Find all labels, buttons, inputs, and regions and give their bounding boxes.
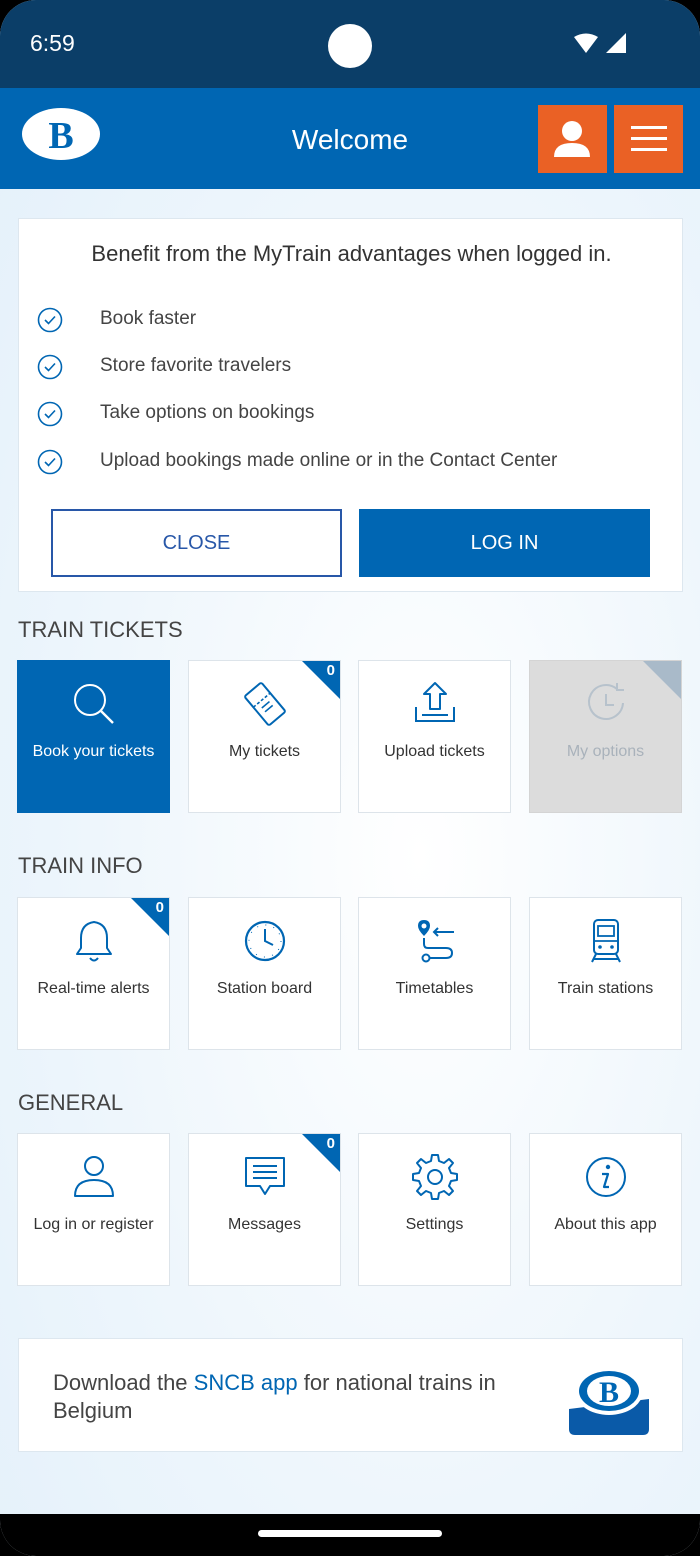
status-time: 6:59 [30, 30, 75, 56]
system-nav-bar [0, 1514, 700, 1556]
check-circle-icon [37, 401, 63, 427]
home-gesture-handle[interactable] [258, 1530, 442, 1537]
tile-my-options[interactable]: My options [529, 660, 682, 813]
tile-label: Station board [216, 980, 313, 997]
tile-label: My options [566, 743, 645, 760]
message-icon [245, 1157, 285, 1195]
sncb-app-logo-icon: B [569, 1367, 649, 1435]
clock-icon [588, 683, 624, 720]
tile-log-in-or-register[interactable]: Log in or register [17, 1133, 170, 1286]
tile-label: Train stations [557, 980, 654, 997]
section-title-general: GENERAL [18, 1090, 124, 1115]
message-count-badge: 0 [326, 1135, 335, 1152]
section-title-train-tickets: TRAIN TICKETS [18, 617, 183, 642]
benefit-item: Upload bookings made online or in the Co… [37, 447, 657, 475]
tile-my-tickets[interactable]: My tickets 0 [188, 660, 341, 813]
download-sncb-card[interactable]: Download the SNCB app for national train… [18, 1338, 683, 1452]
user-icon [74, 1156, 114, 1197]
tile-label: Settings [405, 1216, 464, 1233]
train-icon [591, 919, 621, 963]
app-bar: B Welcome [0, 88, 700, 189]
tile-train-stations[interactable]: Train stations [529, 897, 682, 1050]
benefit-item: Store favorite travelers [37, 352, 657, 380]
profile-button[interactable] [538, 105, 607, 173]
check-circle-icon [37, 307, 63, 333]
menu-button[interactable] [614, 105, 683, 173]
tile-book-your-tickets[interactable]: Book your tickets [17, 660, 170, 813]
benefit-label: Take options on bookings [100, 402, 315, 423]
status-bar: 6:59 [0, 0, 700, 88]
hamburger-icon [631, 126, 667, 151]
log-in-button[interactable]: LOG IN [359, 509, 650, 577]
signal-icons [574, 33, 626, 53]
user-icon [554, 121, 590, 157]
alert-count-badge: 0 [155, 899, 164, 916]
tile-label: Book your tickets [32, 743, 155, 760]
tile-messages[interactable]: Messages 0 [188, 1133, 341, 1286]
search-icon [74, 684, 114, 724]
camera-cutout [328, 24, 372, 68]
download-text: Download the SNCB app for national train… [53, 1369, 553, 1425]
tile-label: Messages [228, 1216, 301, 1233]
tile-label: Timetables [395, 980, 474, 997]
benefit-label: Upload bookings made online or in the Co… [100, 450, 558, 471]
upload-icon [415, 682, 455, 722]
tile-settings[interactable]: Settings [358, 1133, 511, 1286]
clock-icon [244, 920, 286, 962]
promo-title: Benefit from the MyTrain advantages when… [91, 241, 612, 266]
section-title-train-info: TRAIN INFO [18, 853, 143, 878]
benefit-label: Book faster [100, 308, 197, 329]
close-button[interactable]: CLOSE [51, 509, 342, 577]
info-icon [586, 1157, 626, 1197]
ticket-count-badge: 0 [326, 662, 335, 679]
login-promo-card: Benefit from the MyTrain advantages when… [18, 218, 683, 592]
tile-station-board[interactable]: Station board [188, 897, 341, 1050]
tile-label: Real-time alerts [37, 980, 150, 997]
gear-icon [412, 1154, 458, 1200]
svg-text:B: B [599, 1376, 619, 1409]
tile-label: Upload tickets [384, 743, 485, 760]
screen: 6:59 B Welcome Benefit from the MyTrain … [0, 0, 700, 1556]
benefit-item: Book faster [37, 305, 657, 333]
benefit-label: Store favorite travelers [100, 355, 292, 376]
tile-label: About this app [554, 1216, 657, 1233]
bell-icon [76, 921, 112, 962]
check-circle-icon [37, 449, 63, 475]
benefit-item: Take options on bookings [37, 399, 657, 427]
tile-real-time-alerts[interactable]: Real-time alerts 0 [17, 897, 170, 1050]
sncb-app-link[interactable]: SNCB app [194, 1370, 298, 1395]
tile-timetables[interactable]: Timetables [358, 897, 511, 1050]
badge-corner [643, 661, 681, 699]
ticket-icon [244, 682, 286, 726]
tile-upload-tickets[interactable]: Upload tickets [358, 660, 511, 813]
download-prefix: Download the [53, 1370, 194, 1395]
check-circle-icon [37, 354, 63, 380]
tile-label: My tickets [228, 743, 301, 760]
tile-label: Log in or register [33, 1216, 154, 1233]
tile-about-this-app[interactable]: About this app [529, 1133, 682, 1286]
route-icon [418, 920, 454, 963]
